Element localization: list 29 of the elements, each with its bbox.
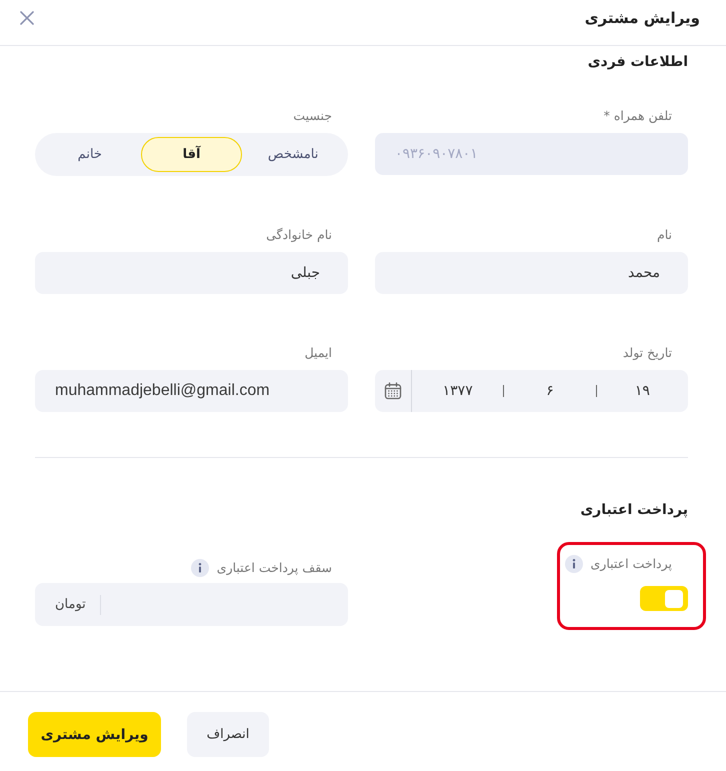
email-field[interactable]: muhammadjebelli@gmail.com — [35, 370, 348, 412]
field-label: جنسیت — [293, 107, 332, 125]
year-field[interactable]: ۱۳۷۷ — [412, 370, 504, 412]
field-label: نام خانوادگی — [266, 226, 332, 244]
calendar-icon[interactable] — [384, 382, 402, 400]
submit-button[interactable]: ویرایش مشتری — [28, 712, 161, 757]
gender-option[interactable]: نامشخص — [242, 137, 344, 172]
month-field[interactable]: ۶ — [504, 370, 596, 412]
gender-option[interactable]: آقا — [140, 137, 242, 172]
field-label: تلفن همراه * — [604, 107, 672, 125]
cancel-button[interactable]: انصراف — [187, 712, 269, 757]
first-name-field[interactable]: محمد — [375, 252, 688, 294]
section-heading: اطلاعات فردی — [586, 53, 688, 72]
info-icon[interactable] — [190, 559, 209, 577]
currency-unit: تومان — [55, 597, 86, 612]
field-label: پرداخت اعتباری — [590, 555, 672, 573]
day-field[interactable]: ۱۹ — [596, 370, 688, 412]
close-icon[interactable] — [20, 10, 34, 24]
gender-option[interactable]: خانم — [38, 137, 141, 172]
field-label: نام — [656, 226, 672, 244]
info-icon[interactable] — [564, 555, 582, 573]
window-title: ویرایش مشتری — [584, 8, 700, 28]
field-label: سقف پرداخت اعتباری — [216, 559, 332, 577]
field-label: ایمیل — [304, 344, 332, 362]
toggle-switch[interactable] — [640, 586, 688, 611]
last-name-field[interactable]: جبلی — [35, 252, 348, 294]
section-heading: پرداخت اعتباری — [579, 501, 688, 520]
field-label: تاریخ تولد — [622, 344, 672, 362]
credit-limit-field[interactable]: تومان — [35, 583, 348, 626]
